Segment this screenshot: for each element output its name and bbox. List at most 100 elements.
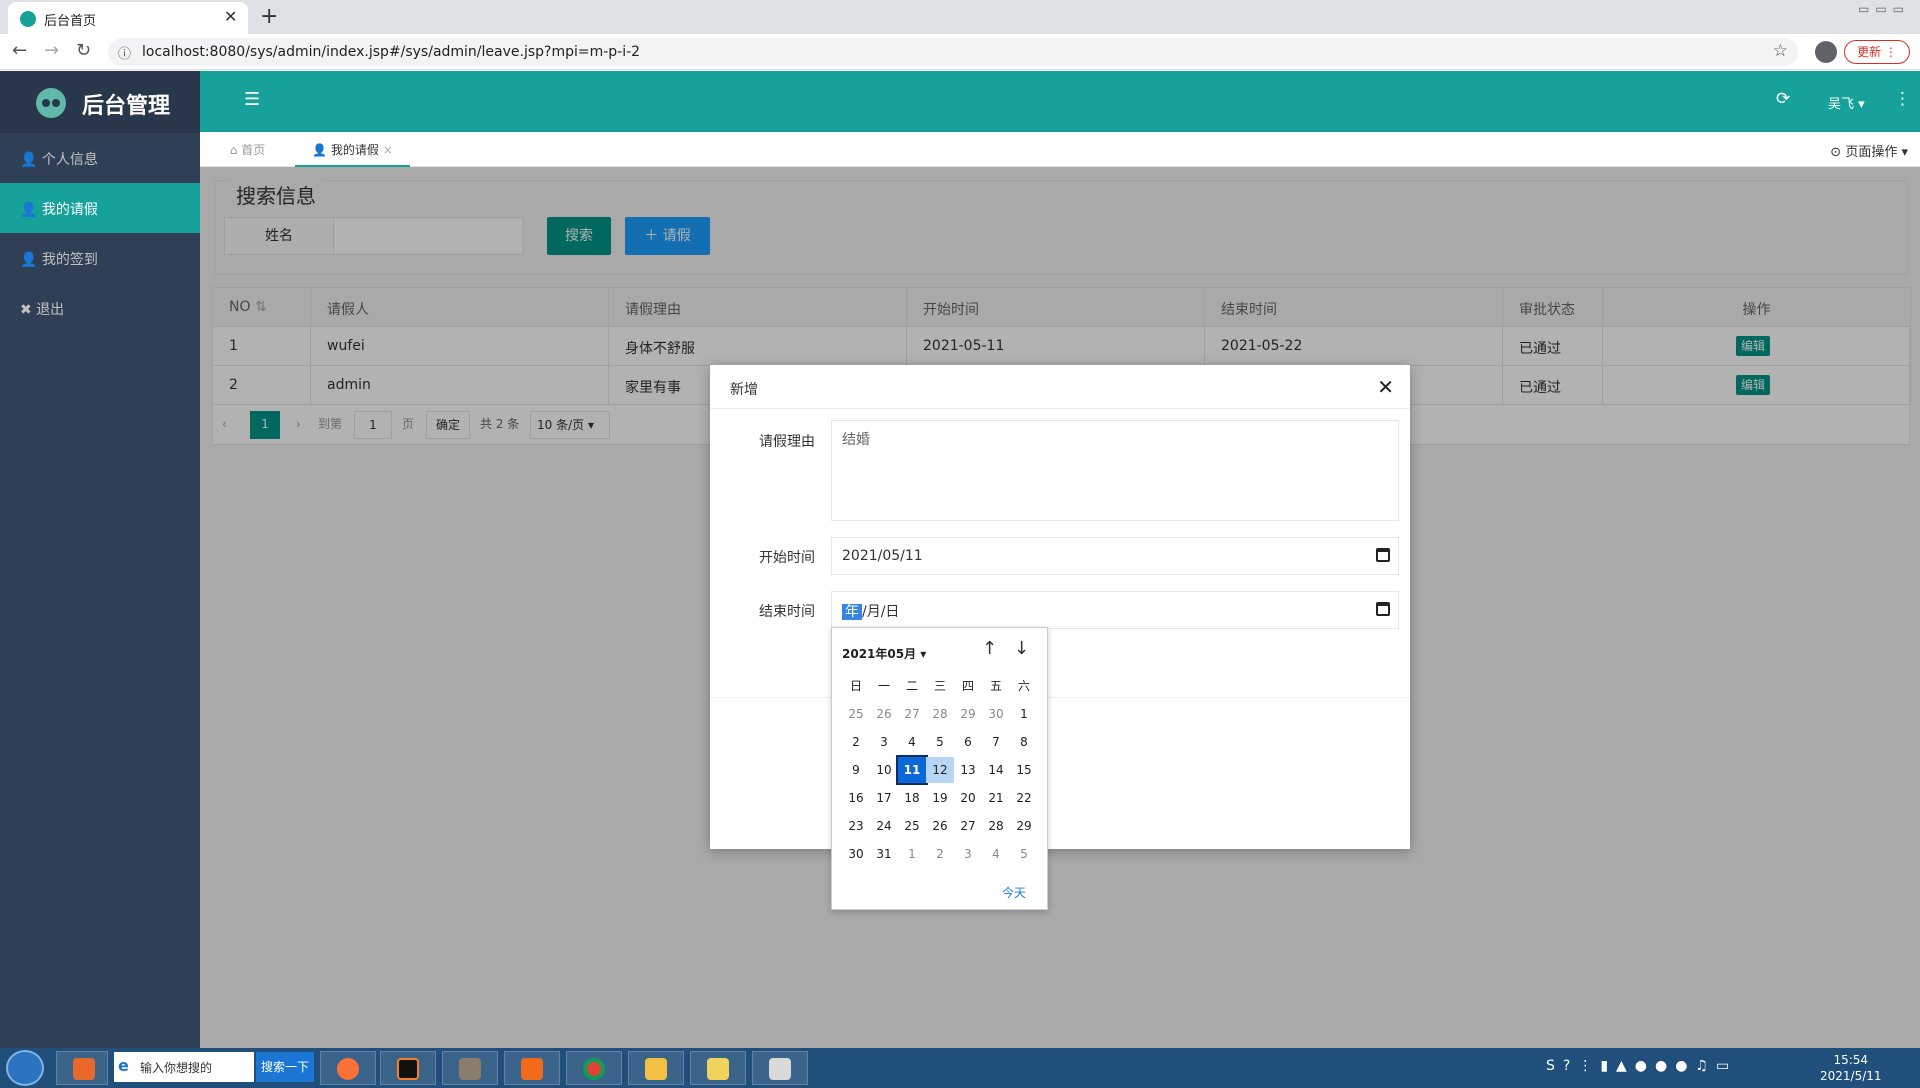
- date-segments[interactable]: /月/日: [862, 604, 899, 620]
- refresh-icon[interactable]: ⟳: [1776, 89, 1790, 109]
- calendar-day[interactable]: 3: [954, 841, 982, 867]
- calendar-day[interactable]: 28: [982, 813, 1010, 839]
- calendar-day[interactable]: 5: [926, 729, 954, 755]
- calendar-day[interactable]: 30: [982, 701, 1010, 727]
- calendar-day[interactable]: 13: [954, 757, 982, 783]
- more-icon[interactable]: ⋮: [1894, 89, 1911, 109]
- calendar-day[interactable]: 15: [1010, 757, 1038, 783]
- calendar-day[interactable]: 14: [982, 757, 1010, 783]
- bookmark-star-icon[interactable]: ☆: [1773, 41, 1788, 61]
- ie-icon: e: [118, 1056, 129, 1075]
- calendar-day[interactable]: 4: [898, 729, 926, 755]
- address-bar[interactable]: ⓘ localhost:8080/sys/admin/index.jsp#/sy…: [108, 38, 1798, 66]
- firefox-icon: [337, 1058, 359, 1080]
- calendar-day[interactable]: 2: [926, 841, 954, 867]
- calendar-day[interactable]: 6: [954, 729, 982, 755]
- clock-time: 15:54: [1833, 1053, 1869, 1067]
- calendar-day[interactable]: 3: [870, 729, 898, 755]
- calendar-day[interactable]: 27: [898, 701, 926, 727]
- url-text[interactable]: localhost:8080/sys/admin/index.jsp#/sys/…: [142, 44, 640, 60]
- calendar-day[interactable]: 12: [926, 757, 954, 783]
- tab-my-leave[interactable]: 👤 我的请假 ×: [295, 132, 410, 167]
- browser-tab[interactable]: 后台首页 ✕: [8, 2, 248, 34]
- chrome-taskbar-app[interactable]: [566, 1051, 622, 1085]
- close-icon[interactable]: ✕: [1377, 375, 1394, 399]
- calendar-day[interactable]: 21: [982, 785, 1010, 811]
- tab-label: 我的请假: [330, 143, 379, 157]
- next-month-arrow-icon[interactable]: ↓: [1014, 638, 1029, 659]
- reload-icon[interactable]: ↻: [76, 40, 91, 61]
- back-icon[interactable]: ←: [12, 40, 27, 61]
- update-button[interactable]: 更新 ⋮: [1844, 40, 1910, 64]
- calendar-day[interactable]: 18: [898, 785, 926, 811]
- taskbar-app[interactable]: [56, 1051, 108, 1085]
- start-date-input[interactable]: 2021/05/11: [831, 537, 1399, 575]
- calendar-day[interactable]: 20: [954, 785, 982, 811]
- photo-taskbar-app[interactable]: [442, 1051, 498, 1085]
- calendar-day[interactable]: 8: [1010, 729, 1038, 755]
- calendar-day[interactable]: 17: [870, 785, 898, 811]
- taskbar-search-button[interactable]: 搜索一下: [256, 1052, 314, 1082]
- taskbar-search-input[interactable]: e 输入你想搜的: [114, 1052, 254, 1082]
- calendar-day[interactable]: 29: [1010, 813, 1038, 839]
- profile-avatar-icon[interactable]: [1815, 41, 1837, 63]
- calendar-day[interactable]: 25: [842, 701, 870, 727]
- tab-home[interactable]: ⌂ 首页: [200, 132, 295, 167]
- window-controls[interactable]: ▭▭▭: [1858, 2, 1910, 16]
- reason-textarea[interactable]: 结婚: [831, 420, 1399, 521]
- calendar-day[interactable]: 29: [954, 701, 982, 727]
- year-segment[interactable]: 年: [842, 604, 862, 620]
- tool-taskbar-app[interactable]: [752, 1051, 808, 1085]
- user-menu[interactable]: 吴飞 ▾: [1828, 93, 1865, 112]
- calendar-day[interactable]: 25: [898, 813, 926, 839]
- calendar-day[interactable]: 24: [870, 813, 898, 839]
- sidebar-item-logout[interactable]: ✖ 退出: [0, 283, 200, 333]
- sidebar-item-label: 退出: [36, 302, 65, 318]
- sidebar-item-signin[interactable]: 👤 我的签到: [0, 233, 200, 283]
- calendar-icon[interactable]: [1376, 548, 1390, 562]
- calendar-icon[interactable]: [1376, 602, 1390, 616]
- calendar-day[interactable]: 26: [926, 813, 954, 839]
- new-tab-icon[interactable]: +: [260, 4, 278, 29]
- calendar-day[interactable]: 10: [870, 757, 898, 783]
- calendar-day[interactable]: 22: [1010, 785, 1038, 811]
- app-logo: 后台管理: [0, 71, 200, 133]
- today-button[interactable]: 今天: [1002, 884, 1026, 901]
- site-info-icon[interactable]: ⓘ: [118, 43, 131, 62]
- end-date-input[interactable]: 年/月/日: [831, 591, 1399, 629]
- calendar-day[interactable]: 28: [926, 701, 954, 727]
- calendar-day[interactable]: 31: [870, 841, 898, 867]
- start-button[interactable]: [6, 1050, 44, 1086]
- prev-month-arrow-icon[interactable]: ↑: [982, 638, 997, 659]
- calendar-day[interactable]: 11: [896, 755, 928, 785]
- calendar-day[interactable]: 27: [954, 813, 982, 839]
- calendar-day[interactable]: 19: [926, 785, 954, 811]
- system-tray[interactable]: S?⋮▮▲●●●♫▭: [1546, 1058, 1737, 1074]
- calendar-day[interactable]: 26: [870, 701, 898, 727]
- notes-taskbar-app[interactable]: [690, 1051, 746, 1085]
- calendar-day[interactable]: 5: [1010, 841, 1038, 867]
- close-tab-icon[interactable]: ×: [383, 143, 393, 157]
- calendar-day[interactable]: 23: [842, 813, 870, 839]
- close-tab-icon[interactable]: ✕: [224, 7, 237, 26]
- menu-toggle-icon[interactable]: ☰: [244, 89, 260, 110]
- taskbar-clock[interactable]: 15:54 2021/5/11: [1820, 1052, 1882, 1084]
- calendar-day[interactable]: 4: [982, 841, 1010, 867]
- calendar-day[interactable]: 1: [898, 841, 926, 867]
- month-year-selector[interactable]: 2021年05月 ▾: [842, 645, 926, 662]
- calendar-day[interactable]: 1: [1010, 701, 1038, 727]
- forward-icon[interactable]: →: [44, 40, 59, 61]
- calendar-day[interactable]: 16: [842, 785, 870, 811]
- settings-taskbar-app[interactable]: [504, 1051, 560, 1085]
- explorer-taskbar-app[interactable]: [628, 1051, 684, 1085]
- calendar-day[interactable]: 2: [842, 729, 870, 755]
- intellij-taskbar-app[interactable]: [380, 1051, 436, 1085]
- sidebar-item-profile[interactable]: 👤 个人信息: [0, 133, 200, 183]
- sidebar-item-leave[interactable]: 👤 我的请假: [0, 183, 200, 233]
- calendar-day[interactable]: 7: [982, 729, 1010, 755]
- calendar-day[interactable]: 30: [842, 841, 870, 867]
- firefox-taskbar-app[interactable]: [320, 1051, 376, 1085]
- page-operations-menu[interactable]: ⊙ 页面操作 ▾: [1830, 141, 1908, 160]
- calendar-day[interactable]: 9: [842, 757, 870, 783]
- weekday-header: 日: [849, 679, 862, 693]
